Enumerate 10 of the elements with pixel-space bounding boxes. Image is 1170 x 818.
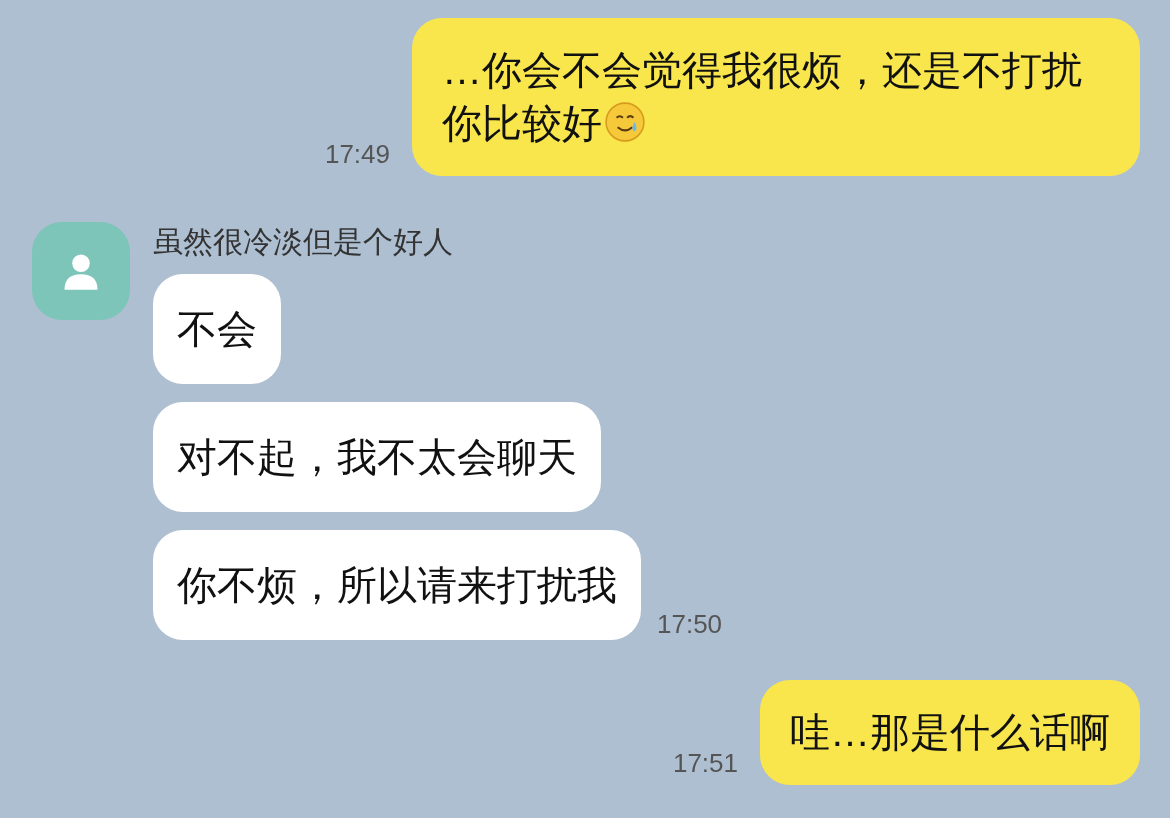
message-bubble: 对不起，我不太会聊天 [153,402,601,512]
sender-name: 虽然很冷淡但是个好人 [153,224,453,260]
message-bubble: 不会 [153,274,281,384]
message-time: 17:49 [324,138,390,171]
message-time: 17:51 [672,747,738,780]
message-bubble: 你不烦，所以请来打扰我 [153,530,641,640]
message-bubble: …你会不会觉得我很烦，还是不打扰你比较好 [412,18,1140,176]
message-time: 17:50 [657,608,723,641]
smiling-face-with-tear-icon [604,101,646,143]
message-bubble: 哇…那是什么话啊 [760,680,1140,785]
